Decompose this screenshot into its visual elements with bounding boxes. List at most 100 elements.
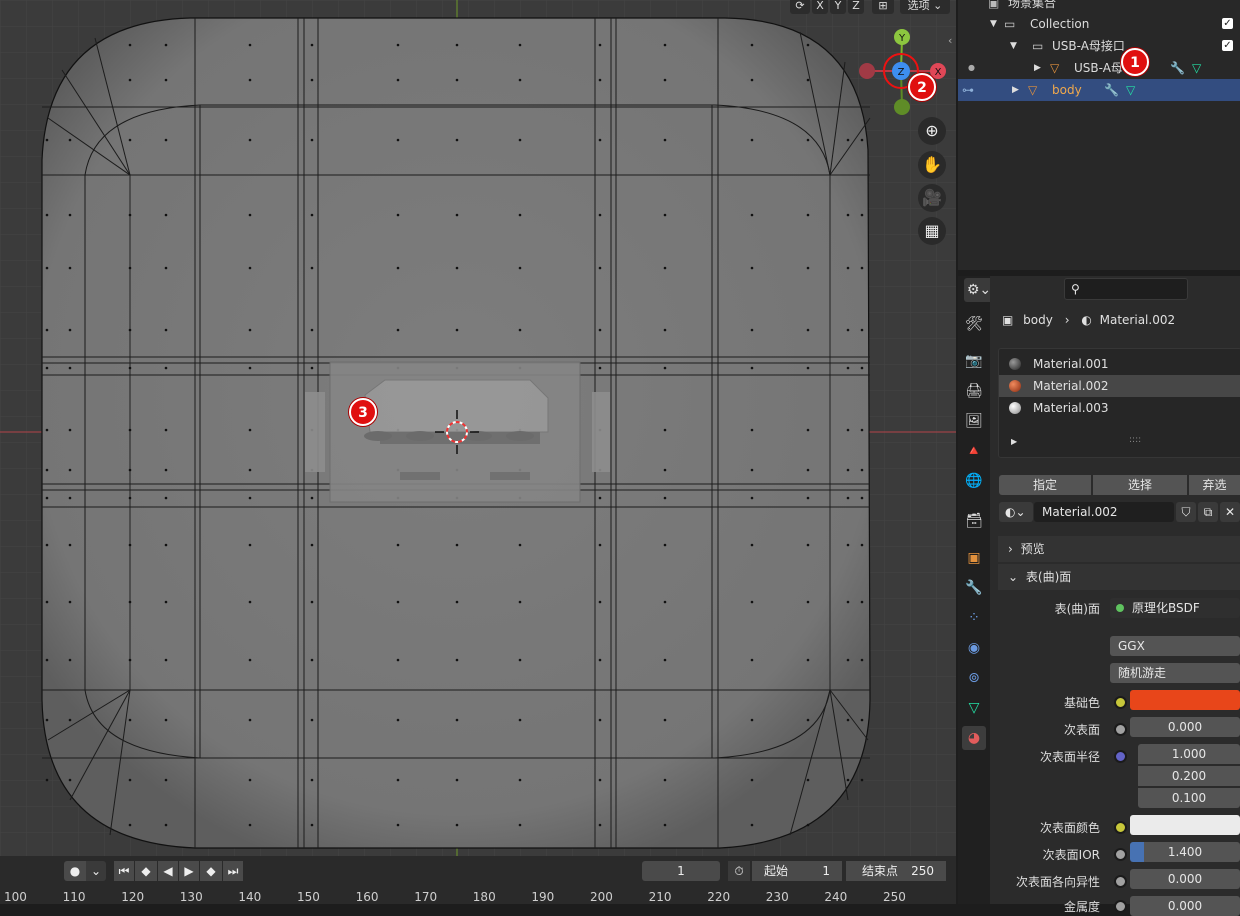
socket-dot-icon xyxy=(1114,750,1127,763)
object-icon: ▣ xyxy=(1002,313,1014,327)
select-button[interactable]: 选择 xyxy=(1093,475,1187,495)
material-slot-list[interactable]: Material.001 Material.002 Material.003 ▶… xyxy=(998,348,1240,458)
mesh-object-icon: ▽ xyxy=(1050,61,1060,75)
collection-icon: ▭ xyxy=(1032,39,1044,53)
socket-dot-icon xyxy=(1114,821,1127,834)
socket-dot-icon xyxy=(1114,848,1127,861)
socket-dot-icon xyxy=(1114,696,1127,709)
subsurface-radius-z[interactable]: 0.100 xyxy=(1138,788,1240,808)
collapse-arrow-icon[interactable]: ‹ xyxy=(948,34,952,47)
outliner-row-collection[interactable]: ▼ ▭ Collection ✓ xyxy=(958,13,1240,35)
shader-socket-icon xyxy=(1116,604,1124,612)
axis-z-toggle[interactable]: Z xyxy=(848,0,864,14)
outliner-panel[interactable]: ▣ 场景集合 ▼ ▭ Collection ✓ ▼ ▭ USB-A母接口 ✓ ●… xyxy=(958,0,1240,270)
subsurface-color-swatch[interactable] xyxy=(1130,815,1240,835)
properties-tab-bar[interactable]: ⚙⌄ 🛠 📷 🖨 🖼 🔺 🌐 🗃 ▣ 🔧 ⁘ ◉ ⊚ ▽ ◕ xyxy=(958,276,994,904)
close-icon[interactable]: ✕ xyxy=(1220,502,1240,522)
collection-icon: ▣ xyxy=(988,0,1000,10)
subsurface-ior-label: 次表面IOR xyxy=(1042,848,1100,862)
mesh-object-icon: ▽ xyxy=(1028,83,1038,97)
scene-collection-row[interactable]: ▣ 场景集合 xyxy=(958,0,1240,14)
axis-y-toggle[interactable]: Y xyxy=(830,0,846,14)
axis-x-toggle[interactable]: X xyxy=(812,0,828,14)
subsurface-radius-x[interactable]: 1.000 xyxy=(1138,744,1240,764)
search-input[interactable]: ⚲ xyxy=(1064,278,1188,300)
camera-icon[interactable]: 🎥 xyxy=(918,184,946,212)
list-item[interactable]: Material.003 xyxy=(999,397,1240,419)
base-color-label: 基础色 xyxy=(1063,696,1100,710)
annotation-badge-1: 1 xyxy=(1121,48,1149,76)
socket-dot-icon xyxy=(1114,723,1127,736)
outliner-row-usb-object[interactable]: ● ▶ ▽ USB-A母 🔧 ▽ xyxy=(958,57,1240,79)
ruler-tick-label: 130 xyxy=(179,890,203,904)
mirror-icon[interactable]: ⟳ xyxy=(790,0,810,14)
metallic-field[interactable]: 0.000 xyxy=(1130,896,1240,916)
render-tab-icon[interactable]: 📷 xyxy=(962,349,986,373)
exclude-checkbox[interactable]: ✓ xyxy=(1222,40,1233,51)
constraints-tab-icon[interactable]: ⊚ xyxy=(962,666,986,690)
snap-icon[interactable]: ⊞ xyxy=(872,0,894,14)
tool-tab-icon[interactable]: 🛠 xyxy=(962,312,986,336)
timeline[interactable]: ● ⌄ ⏮ ◆ ◀ ▶ ◆ ⏭ 1 ⏱ 起始 1 结束点 250 100 110 1… xyxy=(0,856,956,904)
breadcrumb: ▣ body › ◐ Material.002 xyxy=(1002,313,1176,327)
deselect-button[interactable]: 弃选 xyxy=(1189,475,1240,495)
scene-tab-icon[interactable]: 🔺 xyxy=(962,439,986,463)
subsurface-aniso-field[interactable]: 0.000 xyxy=(1130,869,1240,889)
subsurface-radius-y[interactable]: 0.200 xyxy=(1138,766,1240,786)
zoom-icon[interactable]: ⊕ xyxy=(918,117,946,145)
navigation-gizmo[interactable]: Y X Z xyxy=(852,24,952,124)
particles-tab-icon[interactable]: ⁘ xyxy=(962,606,986,630)
physics-tab-icon[interactable]: ◉ xyxy=(962,636,986,660)
data-tab-icon[interactable]: ▽ xyxy=(962,696,986,720)
modifier-tab-icon[interactable]: 🔧 xyxy=(962,576,986,600)
grid-icon[interactable]: ▦ xyxy=(918,217,946,245)
subsurface-ior-field[interactable]: 1.400 xyxy=(1130,842,1240,862)
ruler-tick-label: 210 xyxy=(648,890,672,904)
expand-arrow-icon: ▼ xyxy=(1010,41,1017,51)
mesh-data-icon: ▽ xyxy=(1126,83,1136,97)
distribution-dropdown[interactable]: GGX xyxy=(1110,636,1240,656)
surface-field-label: 表(曲)面 xyxy=(1054,602,1100,616)
outliner-row-usb-collection[interactable]: ▼ ▭ USB-A母接口 ✓ xyxy=(958,35,1240,57)
expand-arrow-icon: ▶ xyxy=(1034,63,1041,73)
assign-button[interactable]: 指定 xyxy=(999,475,1091,495)
list-item[interactable]: Material.001 xyxy=(999,353,1240,375)
duplicate-icon[interactable]: ⧉ xyxy=(1198,502,1218,522)
ruler-tick-label: 160 xyxy=(355,890,379,904)
annotation-badge-3: 3 xyxy=(349,398,377,426)
search-icon: ⚲ xyxy=(1071,282,1080,296)
ruler-tick-label: 170 xyxy=(414,890,438,904)
3d-viewport[interactable]: ⟳ X Y Z ⊞ 选项 ⌄ Y X Z ‹ ⊕ ✋ 🎥 ▦ 2 3 xyxy=(0,0,956,856)
exclude-checkbox[interactable]: ✓ xyxy=(1222,18,1233,29)
wrench-icon: 🔧 xyxy=(1170,61,1185,75)
visibility-dot-icon: ● xyxy=(968,63,975,72)
options-dropdown[interactable]: 选项 ⌄ xyxy=(900,0,950,14)
metallic-label: 金属度 xyxy=(1063,900,1100,914)
material-preview-icon xyxy=(1009,380,1021,392)
hand-icon[interactable]: ✋ xyxy=(918,151,946,179)
properties-panel[interactable]: ⚲ ▣ body › ◐ Material.002 Material.001 M… xyxy=(990,276,1240,916)
collection-tab-icon[interactable]: 🗃 xyxy=(962,509,986,533)
expand-arrow-icon: ▶ xyxy=(1012,85,1019,95)
world-tab-icon[interactable]: 🌐 xyxy=(962,469,986,493)
subsurface-method-dropdown[interactable]: 随机游走 xyxy=(1110,663,1240,683)
material-name-field[interactable]: Material.002 xyxy=(1034,502,1174,522)
base-color-swatch[interactable] xyxy=(1130,690,1240,710)
subsurface-value-field[interactable]: 0.000 xyxy=(1130,717,1240,737)
output-tab-icon[interactable]: 🖨 xyxy=(962,379,986,403)
frame-ruler[interactable]: 100 110 120 130 140 150 160 170 180 190 200 210 220 2… xyxy=(0,856,956,904)
list-item[interactable]: Material.002 xyxy=(999,375,1240,397)
ruler-tick-label: 150 xyxy=(297,890,320,904)
mesh-view[interactable] xyxy=(0,0,956,856)
fake-user-icon[interactable]: ⛉ xyxy=(1176,502,1196,522)
view-layer-tab-icon[interactable]: 🖼 xyxy=(962,409,986,433)
surface-shader-field[interactable]: 原理化BSDF xyxy=(1110,598,1240,618)
material-browse-button[interactable]: ◐⌄ xyxy=(999,502,1033,522)
material-tab-icon[interactable]: ◕ xyxy=(962,726,986,750)
preview-panel-header[interactable]: › 预览 xyxy=(998,536,1240,562)
object-tab-icon[interactable]: ▣ xyxy=(962,546,986,570)
ruler-tick-label: 220 xyxy=(707,890,731,904)
expand-arrow-icon: ▼ xyxy=(990,19,997,29)
outliner-row-body[interactable]: ⊶ ▶ ▽ body 🔧 ▽ xyxy=(958,79,1240,101)
surface-panel-header[interactable]: ⌄ 表(曲)面 xyxy=(998,564,1240,590)
